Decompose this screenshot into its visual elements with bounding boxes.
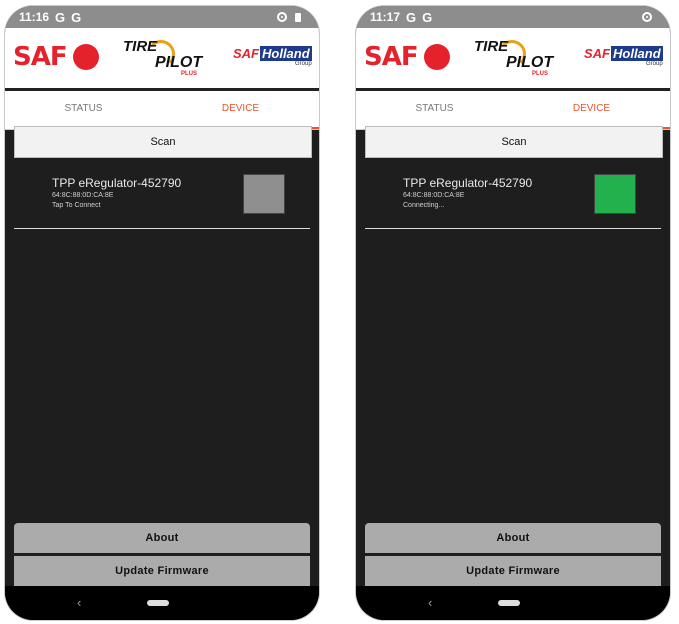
scan-button[interactable]: Scan bbox=[365, 126, 663, 158]
device-status: Connecting... bbox=[403, 202, 445, 209]
status-bar: 11:17 G G bbox=[356, 6, 670, 28]
scan-button[interactable]: Scan bbox=[14, 126, 312, 158]
device-mac: 64:8C:88:0D:CA:8E bbox=[52, 192, 114, 199]
google-icon: G bbox=[406, 9, 417, 25]
device-list-item[interactable]: TPP eRegulator-452790 64:8C:88:0D:CA:8E … bbox=[365, 164, 661, 229]
saf-red-dot bbox=[423, 44, 450, 70]
device-status: Tap To Connect bbox=[52, 202, 101, 209]
navigation-bar: ‹ bbox=[356, 586, 670, 620]
about-button[interactable]: About bbox=[14, 523, 310, 553]
tab-device[interactable]: DEVICE bbox=[162, 91, 319, 129]
app-header: SAF TIRE PILOT PLUS SAF Holland Group bbox=[356, 28, 670, 91]
google-icon: G bbox=[422, 9, 433, 25]
navigation-bar: ‹ bbox=[5, 586, 319, 620]
saf-logo: SAF bbox=[13, 42, 99, 72]
tab-bar: STATUS DEVICE bbox=[5, 91, 319, 130]
battery-icon bbox=[295, 12, 301, 22]
back-icon[interactable]: ‹ bbox=[77, 595, 81, 610]
status-bar: 11:16 G G bbox=[5, 6, 319, 28]
clock: 11:17 bbox=[370, 10, 401, 24]
home-icon[interactable] bbox=[498, 600, 520, 606]
connection-indicator bbox=[243, 174, 285, 214]
saf-holland-logo: SAF Holland Group bbox=[233, 46, 312, 67]
phone-screen-right: 11:17 G G SAF TIRE PILOT PLUS SAF Holland… bbox=[356, 6, 670, 620]
tire-pilot-logo: TIRE PILOT PLUS bbox=[474, 38, 554, 77]
phone-screen-left: 11:16 G G SAF TIRE PILOT PLUS SAF Holland… bbox=[5, 6, 319, 620]
device-list-item[interactable]: TPP eRegulator-452790 64:8C:88:0D:CA:8E … bbox=[14, 164, 310, 229]
google-icon: G bbox=[71, 9, 82, 25]
tire-pilot-logo: TIRE PILOT PLUS bbox=[123, 38, 203, 77]
update-firmware-button[interactable]: Update Firmware bbox=[365, 556, 661, 586]
connection-indicator bbox=[594, 174, 636, 214]
home-icon[interactable] bbox=[147, 600, 169, 606]
update-firmware-button[interactable]: Update Firmware bbox=[14, 556, 310, 586]
clock: 11:16 bbox=[19, 10, 50, 24]
rotation-icon bbox=[642, 12, 652, 22]
rotation-icon bbox=[277, 12, 287, 22]
saf-holland-logo: SAF Holland Group bbox=[584, 46, 663, 67]
tab-device[interactable]: DEVICE bbox=[513, 91, 670, 129]
back-icon[interactable]: ‹ bbox=[428, 595, 432, 610]
saf-red-dot bbox=[72, 44, 99, 70]
tab-status[interactable]: STATUS bbox=[5, 91, 162, 129]
tab-status[interactable]: STATUS bbox=[356, 91, 513, 129]
app-header: SAF TIRE PILOT PLUS SAF Holland Group bbox=[5, 28, 319, 91]
google-icon: G bbox=[55, 9, 66, 25]
about-button[interactable]: About bbox=[365, 523, 661, 553]
saf-logo: SAF bbox=[364, 42, 450, 72]
device-mac: 64:8C:88:0D:CA:8E bbox=[403, 192, 465, 199]
tab-bar: STATUS DEVICE bbox=[356, 91, 670, 130]
device-name: TPP eRegulator-452790 bbox=[52, 176, 182, 190]
device-name: TPP eRegulator-452790 bbox=[403, 176, 533, 190]
